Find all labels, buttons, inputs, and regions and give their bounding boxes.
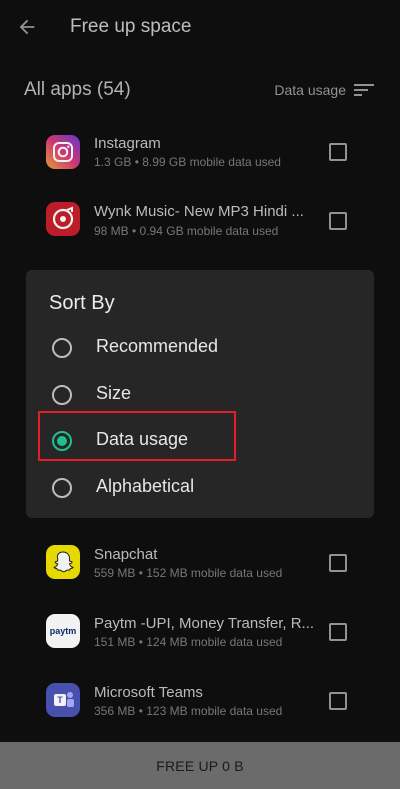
option-label: Recommended: [96, 336, 219, 356]
radio-icon[interactable]: [52, 478, 72, 498]
highlight-box: [38, 411, 236, 461]
radio-icon[interactable]: [52, 385, 72, 405]
free-up-button[interactable]: FREE UP 0 B: [0, 742, 400, 789]
dialog-title: Sort By: [49, 292, 115, 314]
sort-by-dialog: Sort By Recommended Size Data usage Alph…: [26, 270, 374, 518]
sort-option-recommended[interactable]: Recommended: [26, 328, 374, 372]
option-label: Size: [96, 383, 132, 403]
free-up-label: FREE UP 0 B: [156, 758, 244, 774]
radio-icon[interactable]: [52, 338, 72, 358]
sort-option-alphabetical[interactable]: Alphabetical: [26, 468, 374, 512]
option-label: Alphabetical: [96, 476, 195, 496]
